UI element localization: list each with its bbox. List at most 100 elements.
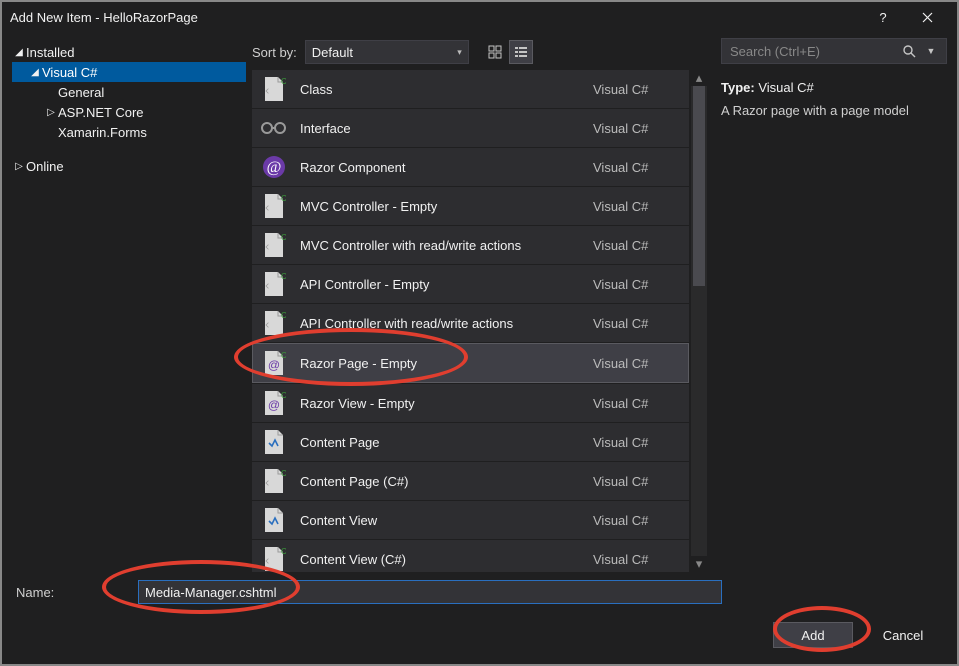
- template-row[interactable]: @C# Razor Page - Empty Visual C#: [252, 343, 689, 383]
- sort-label: Sort by:: [252, 45, 297, 60]
- type-label: Type:: [721, 80, 755, 95]
- svg-text:@: @: [267, 159, 282, 176]
- template-name: MVC Controller with read/write actions: [300, 238, 581, 253]
- search-box[interactable]: Search (Ctrl+E) ▼: [721, 38, 947, 64]
- search-icon[interactable]: [898, 44, 920, 58]
- name-value: Media-Manager.cshtml: [145, 585, 277, 600]
- view-large-icons-button[interactable]: [483, 40, 507, 64]
- template-name: Razor Component: [300, 160, 581, 175]
- svg-text:C#: C#: [281, 194, 286, 203]
- name-row: Name: Media-Manager.cshtml: [16, 580, 943, 604]
- tree-label: Online: [26, 159, 64, 174]
- template-row[interactable]: C# MVC Controller with read/write actions…: [252, 226, 689, 264]
- cs-file-icon: C#: [260, 270, 288, 298]
- tree-label: Visual C#: [42, 65, 97, 80]
- template-language: Visual C#: [593, 435, 673, 450]
- view-details-button[interactable]: [509, 40, 533, 64]
- template-list[interactable]: C#ClassVisual C#InterfaceVisual C#@Razor…: [252, 70, 689, 572]
- template-row[interactable]: C#ClassVisual C#: [252, 70, 689, 108]
- details-meta: Type: Visual C# A Razor page with a page…: [721, 80, 947, 118]
- search-dropdown-icon[interactable]: ▼: [920, 46, 942, 56]
- template-language: Visual C#: [593, 513, 673, 528]
- title-bar: Add New Item - HelloRazorPage ?: [2, 2, 957, 32]
- template-row[interactable]: C#Content View (C#)Visual C#: [252, 540, 689, 572]
- close-button[interactable]: [905, 2, 949, 32]
- template-row[interactable]: C# MVC Controller - Empty Visual C#: [252, 187, 689, 225]
- template-row[interactable]: InterfaceVisual C#: [252, 109, 689, 147]
- item-description: A Razor page with a page model: [721, 103, 947, 118]
- template-name: MVC Controller - Empty: [300, 199, 581, 214]
- scroll-up-icon[interactable]: ▴: [691, 70, 707, 86]
- tree-item-general[interactable]: General: [12, 82, 246, 102]
- button-row: Add Cancel: [16, 622, 943, 648]
- add-new-item-dialog: Add New Item - HelloRazorPage ? ◢Install…: [0, 0, 959, 666]
- cs-file-icon: C#: [260, 75, 288, 103]
- cs-file-icon: C#: [260, 467, 288, 495]
- scroll-thumb[interactable]: [693, 86, 705, 286]
- template-center: Sort by: Default ▾ C#ClassVisual C#Inter…: [252, 32, 707, 572]
- cs-file-icon: C#: [260, 192, 288, 220]
- template-language: Visual C#: [593, 474, 673, 489]
- template-name: Interface: [300, 121, 581, 136]
- svg-text:@: @: [268, 358, 280, 372]
- razor-page-icon: @C#: [260, 389, 288, 417]
- template-row[interactable]: C# Content Page (C#) Visual C#: [252, 462, 689, 500]
- tree-item-installed[interactable]: ◢Installed: [12, 42, 246, 62]
- window-title: Add New Item - HelloRazorPage: [10, 10, 861, 25]
- sort-toolbar: Sort by: Default ▾: [252, 32, 707, 70]
- sort-combo[interactable]: Default ▾: [305, 40, 469, 64]
- template-row[interactable]: Content Page Visual C#: [252, 423, 689, 461]
- svg-text:C#: C#: [281, 311, 286, 320]
- twisty-expanded-icon: ◢: [28, 67, 42, 78]
- type-value: Visual C#: [758, 80, 813, 95]
- help-button[interactable]: ?: [861, 2, 905, 32]
- svg-text:C#: C#: [281, 391, 286, 400]
- template-name: API Controller with read/write actions: [300, 316, 581, 331]
- search-placeholder: Search (Ctrl+E): [726, 44, 898, 59]
- chevron-down-icon: ▾: [457, 47, 462, 58]
- add-button[interactable]: Add: [773, 622, 853, 648]
- cs-file-icon: C#: [260, 545, 288, 572]
- twisty-collapsed-icon: ▷: [44, 107, 58, 118]
- tree-item-xamarin-forms[interactable]: Xamarin.Forms: [12, 122, 246, 142]
- template-language: Visual C#: [593, 396, 673, 411]
- svg-text:C#: C#: [281, 469, 286, 478]
- template-row[interactable]: @Razor ComponentVisual C#: [252, 148, 689, 186]
- cancel-button[interactable]: Cancel: [863, 622, 943, 648]
- template-row[interactable]: @C# Razor View - Empty Visual C#: [252, 384, 689, 422]
- template-row[interactable]: C#API Controller - EmptyVisual C#: [252, 265, 689, 303]
- template-language: Visual C#: [593, 356, 673, 371]
- interface-icon: [260, 114, 288, 142]
- tree-label: ASP.NET Core: [58, 105, 144, 120]
- razor-at-icon: @: [260, 153, 288, 181]
- template-name: Content Page: [300, 435, 581, 450]
- xaml-file-icon: [260, 506, 288, 534]
- main-area: ◢Installed ◢Visual C# General ▷ASP.NET C…: [2, 32, 957, 572]
- tree-label: Installed: [26, 45, 74, 60]
- twisty-expanded-icon: ◢: [12, 47, 26, 58]
- grid-icon: [488, 45, 502, 59]
- template-name: Content Page (C#): [300, 474, 581, 489]
- tree-item-online[interactable]: ▷Online: [12, 156, 246, 176]
- template-language: Visual C#: [593, 199, 673, 214]
- scrollbar[interactable]: ▴ ▾: [691, 70, 707, 572]
- template-row[interactable]: C# API Controller with read/write actions…: [252, 304, 689, 342]
- tree-item-visual-csharp[interactable]: ◢Visual C#: [12, 62, 246, 82]
- view-toggle: [483, 40, 533, 64]
- twisty-collapsed-icon: ▷: [12, 161, 26, 172]
- scroll-track[interactable]: [691, 86, 707, 556]
- template-name: Razor View - Empty: [300, 396, 581, 411]
- template-name: API Controller - Empty: [300, 277, 581, 292]
- scroll-down-icon[interactable]: ▾: [691, 556, 707, 572]
- template-name: Razor Page - Empty: [300, 356, 581, 371]
- template-language: Visual C#: [593, 552, 673, 567]
- tree-item-aspnet-core[interactable]: ▷ASP.NET Core: [12, 102, 246, 122]
- name-input[interactable]: Media-Manager.cshtml: [138, 580, 722, 604]
- cancel-button-label: Cancel: [883, 628, 923, 643]
- svg-text:@: @: [268, 398, 280, 412]
- svg-text:C#: C#: [281, 351, 286, 360]
- template-row[interactable]: Content ViewVisual C#: [252, 501, 689, 539]
- template-list-wrap: C#ClassVisual C#InterfaceVisual C#@Razor…: [252, 70, 707, 572]
- svg-text:C#: C#: [281, 233, 286, 242]
- category-tree: ◢Installed ◢Visual C# General ▷ASP.NET C…: [2, 32, 252, 572]
